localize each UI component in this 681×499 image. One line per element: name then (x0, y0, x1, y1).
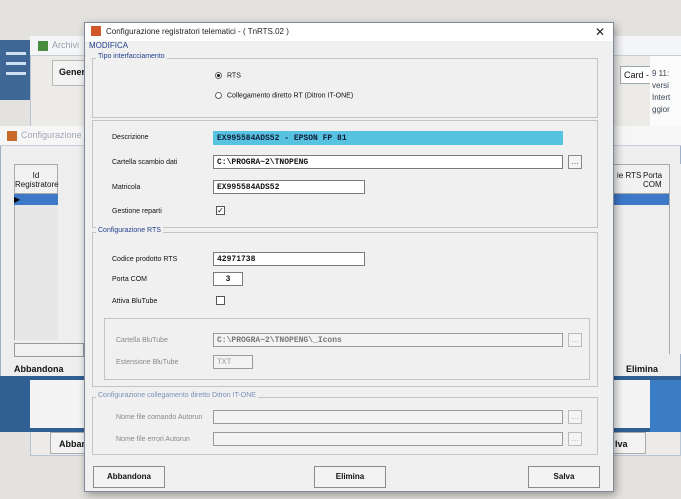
group-ditron-legend: Configurazione collegamento diretto Ditr… (96, 392, 258, 399)
grid-selected-row[interactable] (14, 194, 58, 205)
archive-window-title: Archivi (52, 40, 80, 50)
cartella-blutube-field[interactable]: C:\PROGRA~2\TNOPENG\_Icons (213, 333, 563, 347)
comando-autorun-label: Nome file comando Autorun (116, 414, 203, 421)
vertical-scrollbar[interactable] (669, 164, 681, 354)
background-tile (650, 380, 681, 432)
row-pointer-icon: ▶ (14, 195, 21, 204)
codice-prodotto-field[interactable]: 42971738 (213, 252, 365, 266)
group-blutube (104, 318, 590, 380)
matricola-label: Matricola (112, 184, 141, 191)
matricola-field[interactable]: EX995584ADS52 (213, 180, 365, 194)
info-line: ggior (652, 105, 670, 114)
background-app-strip (0, 40, 32, 100)
close-icon[interactable]: ✕ (590, 24, 610, 40)
codice-label: Codice prodotto RTS (112, 256, 178, 263)
group-rts-legend: Configurazione RTS (96, 227, 163, 234)
dialog-app-icon (91, 26, 101, 36)
abbandona-button[interactable]: Abbandona (93, 466, 165, 488)
estensione-field[interactable]: TXT (213, 355, 253, 369)
radio-unselected-icon (215, 92, 222, 99)
cartella-field[interactable]: C:\PROGRA~2\TNOPENG (213, 155, 563, 169)
cartella-blutube-label: Cartella BluTube (116, 337, 168, 344)
info-line: versi (652, 81, 669, 90)
descrizione-field[interactable]: EX995584ADS52 - EPSON FP 81 (213, 131, 563, 145)
browse-blutube-button[interactable]: … (568, 333, 582, 347)
horizontal-scrollbar[interactable] (14, 343, 84, 357)
salva-button[interactable]: Salva (528, 466, 600, 488)
blutube-label: Attiva BluTube (112, 298, 158, 305)
cartella-label: Cartella scambio dati (112, 159, 178, 166)
grid-body (14, 205, 58, 340)
gestione-reparti-checkbox[interactable]: ✓ (216, 206, 225, 215)
browse-errori-button[interactable]: … (568, 432, 582, 446)
gestione-label: Gestione reparti (112, 208, 162, 215)
radio-rts-label: RTS (227, 72, 241, 80)
group-tipo-legend: Tipo interfacciamento (96, 53, 167, 60)
errori-autorun-field[interactable] (213, 432, 563, 446)
estensione-label: Estensione BluTube (116, 359, 179, 366)
dialog-title: Configurazione registratori telematici -… (106, 27, 289, 36)
config-window-title: Configurazione (21, 130, 82, 140)
elimina-button[interactable]: Elimina (314, 466, 386, 488)
porta-label: Porta COM (112, 276, 148, 283)
group-tipo-interfacciamento (92, 58, 598, 118)
porta-com-field[interactable]: 3 (213, 272, 243, 286)
background-salva-button[interactable]: lva (610, 432, 646, 454)
radio-selected-icon (215, 72, 222, 79)
info-line: 9 11: (652, 69, 670, 78)
mode-label: MODIFICA (89, 41, 129, 50)
group-ditron (92, 397, 598, 455)
grid-header-id[interactable]: Id Registratore (14, 164, 59, 194)
radio-ditron-label: Collegamento diretto RT (Ditron IT-ONE) (227, 92, 354, 100)
info-line: Intert (652, 93, 671, 102)
grid-header-right[interactable]: ie RTS Porta COM (612, 164, 670, 194)
browse-comando-button[interactable]: … (568, 410, 582, 424)
grid-header-com: Porta COM (643, 171, 663, 189)
descrizione-label: Descrizione (112, 134, 149, 141)
config-app-icon (7, 131, 17, 141)
attiva-blutube-checkbox[interactable] (216, 296, 225, 305)
archive-app-icon (38, 41, 48, 51)
comando-autorun-field[interactable] (213, 410, 563, 424)
browse-folder-button[interactable]: … (568, 155, 582, 169)
radio-rts[interactable]: RTS (215, 72, 241, 79)
errori-autorun-label: Nome file errori Autorun (116, 436, 190, 443)
radio-ditron[interactable]: Collegamento diretto RT (Ditron IT-ONE) (215, 92, 353, 99)
grid-selected-row-right[interactable] (612, 194, 670, 205)
grid-header-rts: ie RTS (617, 171, 642, 180)
